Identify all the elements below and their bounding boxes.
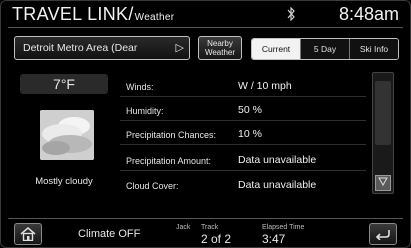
humidity-label: Humidity: [126,106,164,116]
scrollbar[interactable] [372,72,394,194]
row-divider [120,120,366,121]
clock: 8:48am [338,4,399,24]
precip-chances-label: Precipitation Chances: [126,130,217,140]
scroll-down-button[interactable] [375,175,391,191]
forecast-tabs: Current 5 Day Ski Info [251,38,399,60]
climate-status[interactable]: Climate OFF [78,228,140,240]
location-value: Detroit Metro Area (Dear [23,42,138,54]
track-label: Track [201,224,219,231]
cloud-icon [40,110,94,160]
tab-5-day[interactable]: 5 Day [300,39,349,59]
footer-divider [8,218,403,219]
precip-amount-value: Data unavailable [238,154,317,166]
row-divider [120,144,366,145]
cloud-cover-value: Data unavailable [238,179,317,191]
winds-value: W / 10 mph [238,80,292,92]
bluetooth-icon [286,6,296,24]
nearby-weather-button[interactable]: Nearby Weather [198,36,242,60]
audio-source: Jack [176,224,191,231]
back-arrow-icon [375,230,390,241]
humidity-value: 50 % [238,104,262,116]
play-arrow-icon: ▷ [175,42,184,54]
precip-chances-value: 10 % [238,128,262,140]
back-button[interactable] [369,223,397,245]
elapsed-label: Elapsed Time [262,224,305,231]
temperature: 7°F [20,74,108,94]
condition-label: Mostly cloudy [35,176,93,187]
row-divider [120,96,366,97]
header-divider [8,27,403,28]
winds-label: Winds: [126,82,154,92]
home-button[interactable] [14,223,42,245]
arrow-down-icon [378,177,388,187]
scroll-thumb[interactable] [375,81,391,145]
location-dropdown[interactable]: Detroit Metro Area (Dear ▷ [14,36,190,60]
page-title: TRAVEL LINK/Weather [12,4,175,24]
page-subtitle: Weather [134,12,175,23]
precip-amount-label: Precipitation Amount: [126,156,212,166]
row-divider [120,170,366,171]
tab-current[interactable]: Current [252,39,300,59]
track-value: 2 of 2 [201,232,232,246]
cloud-cover-label: Cloud Cover: [126,181,179,191]
elapsed-value: 3:47 [262,232,286,246]
tab-ski-info[interactable]: Ski Info [349,39,398,59]
home-icon [20,227,36,242]
